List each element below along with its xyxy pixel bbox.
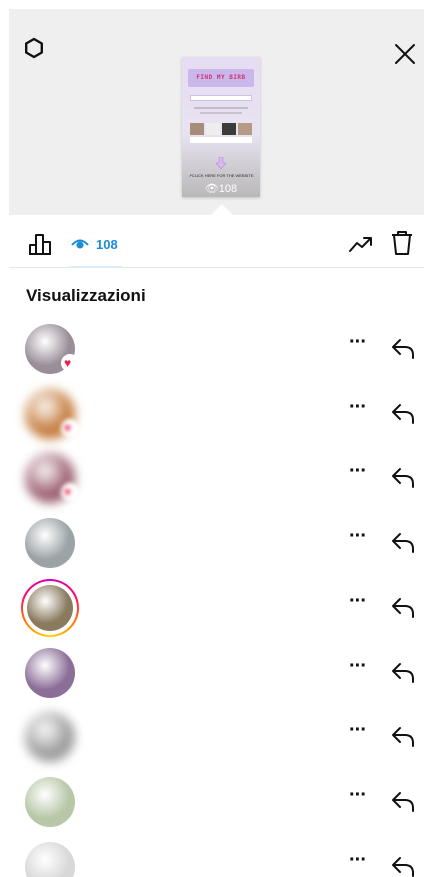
more-options-button[interactable]: ···	[349, 784, 367, 807]
viewer-row[interactable]: ···	[9, 511, 424, 575]
viewer-row[interactable]: ♥ ···	[9, 382, 424, 446]
reply-icon[interactable]	[390, 337, 416, 361]
more-options-button[interactable]: ···	[349, 396, 367, 419]
avatar[interactable]	[25, 776, 75, 827]
close-icon[interactable]	[393, 42, 417, 66]
settings-icon[interactable]	[22, 36, 46, 60]
thumbnail-tabs	[190, 95, 252, 101]
eye-icon: 👁	[204, 183, 219, 195]
like-badge: ♥	[61, 354, 79, 372]
down-arrow-icon	[216, 157, 226, 169]
more-options-button[interactable]: ···	[349, 460, 367, 483]
viewer-row[interactable]: ♥ ···	[9, 446, 424, 510]
avatar[interactable]	[25, 712, 75, 763]
views-count: 108	[96, 236, 118, 252]
reply-icon[interactable]	[390, 596, 416, 620]
heart-icon: ♥	[64, 485, 72, 500]
more-options-button[interactable]: ···	[349, 525, 367, 548]
avatar[interactable]	[25, 518, 75, 569]
like-badge: ♥	[61, 418, 79, 437]
tab-indicator	[69, 266, 122, 268]
more-options-button[interactable]: ···	[349, 719, 367, 742]
trash-icon[interactable]	[390, 230, 414, 256]
thumbnail-photos	[190, 123, 252, 135]
thumbnail-text-line	[194, 107, 248, 109]
avatar[interactable]	[27, 584, 73, 631]
tab-viewers[interactable]: 108	[71, 232, 118, 256]
more-options-button[interactable]: ···	[349, 331, 367, 354]
thumbnail-views-count: 108	[218, 183, 238, 195]
thumbnail-tiles	[190, 137, 252, 143]
reply-icon[interactable]	[390, 790, 416, 814]
avatar[interactable]	[25, 841, 75, 877]
viewer-row[interactable]: ···	[9, 770, 424, 834]
eye-icon	[71, 239, 89, 249]
avatar[interactable]	[25, 647, 75, 698]
reply-icon[interactable]	[390, 531, 416, 555]
thumbnail-views: 👁108	[182, 182, 260, 195]
viewer-row[interactable]: ···	[9, 576, 424, 640]
insights-bars-icon[interactable]	[28, 232, 52, 256]
reply-icon[interactable]	[390, 466, 416, 490]
heart-icon: ♥	[64, 356, 72, 370]
thumbnail-text-line	[200, 112, 242, 114]
more-options-button[interactable]: ···	[349, 849, 367, 872]
more-options-button[interactable]: ···	[349, 655, 367, 678]
viewer-row[interactable]: ···	[9, 835, 424, 877]
viewer-row[interactable]: ···	[9, 705, 424, 769]
story-thumbnail[interactable]: FIND MY BIRB ↗CLICK HERE FOR THE WEBSITE…	[182, 57, 260, 197]
reply-icon[interactable]	[390, 725, 416, 749]
reply-icon[interactable]	[390, 402, 416, 426]
viewers-section-title: Visualizzazioni	[26, 286, 146, 305]
like-badge: ♥	[61, 483, 79, 502]
heart-icon: ♥	[64, 420, 72, 435]
reply-icon[interactable]	[390, 661, 416, 685]
reply-icon[interactable]	[390, 855, 416, 877]
trend-icon[interactable]	[348, 234, 374, 254]
viewer-row[interactable]: ···	[9, 641, 424, 705]
more-options-button[interactable]: ···	[349, 590, 367, 613]
viewer-row[interactable]: ♥ ···	[9, 317, 424, 381]
preview-pointer	[211, 204, 233, 215]
thumbnail-cta: ↗CLICK HERE FOR THE WEBSITE	[188, 173, 254, 178]
story-insights-toolbar: 108	[9, 218, 424, 268]
thumbnail-banner: FIND MY BIRB	[188, 69, 254, 87]
